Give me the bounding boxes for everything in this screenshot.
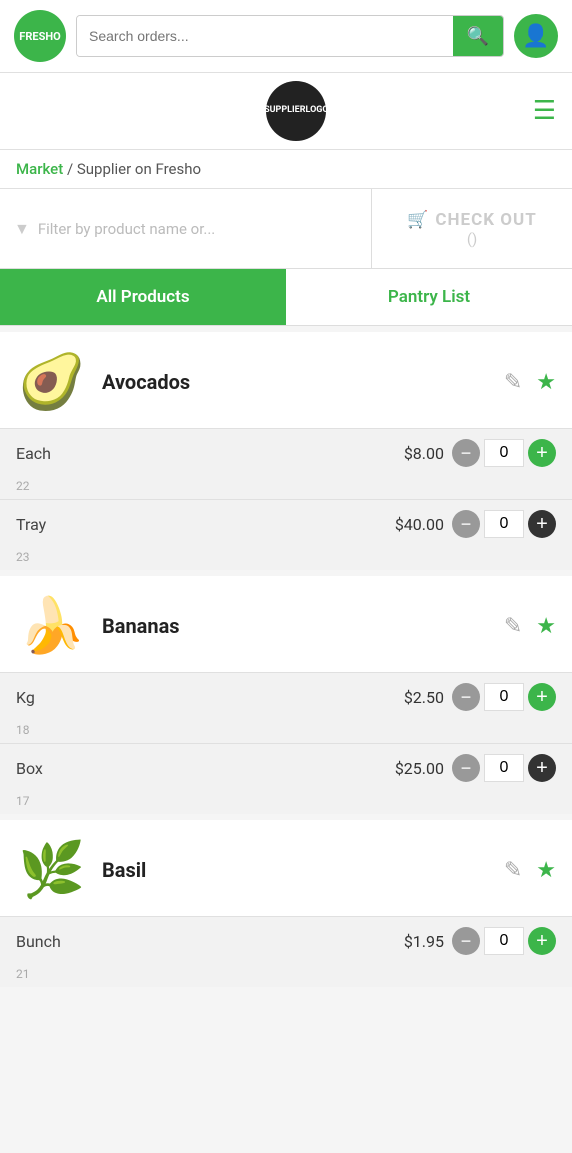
product-header-bananas: 🍌 Bananas ✎ ★: [0, 576, 572, 672]
product-emoji-bananas: 🍌: [18, 595, 85, 658]
decrement-button-avocados-0[interactable]: −: [452, 439, 480, 467]
search-icon: 🔍: [467, 26, 489, 46]
variant-row-bananas-kg: Kg $2.50 − +: [0, 672, 572, 721]
tab-bar: All Products Pantry List: [0, 269, 572, 326]
product-name-basil: Basil: [102, 858, 490, 882]
variant-id-bananas-0: 18: [0, 721, 572, 743]
filter-placeholder: Filter by product name or...: [38, 220, 215, 238]
star-icon-avocados[interactable]: ★: [536, 370, 556, 395]
hamburger-icon: ☰: [533, 96, 556, 126]
product-avocados: 🥑 Avocados ✎ ★ Each $8.00 − + 22 Tray $4…: [0, 332, 572, 570]
variant-price-basil-0: $1.95: [404, 932, 444, 951]
supplier-logo-line2: LOGO: [305, 105, 328, 117]
quantity-input-bananas-0[interactable]: [484, 683, 524, 711]
supplier-logo: SUPPLIER LOGO: [266, 81, 326, 141]
variant-id-avocados-0: 22: [0, 477, 572, 499]
variant-price-avocados-0: $8.00: [404, 444, 444, 463]
search-bar: 🔍: [76, 15, 504, 57]
breadcrumb-market-link[interactable]: Market: [16, 160, 63, 178]
app-logo[interactable]: FRESHO: [14, 10, 66, 62]
search-input[interactable]: [77, 16, 453, 56]
product-header-avocados: 🥑 Avocados ✎ ★: [0, 332, 572, 428]
star-icon-bananas[interactable]: ★: [536, 614, 556, 639]
action-bar: ▼ Filter by product name or... 🛒 CHECK O…: [0, 189, 572, 269]
product-actions-bananas: ✎ ★: [504, 614, 556, 639]
checkout-section[interactable]: 🛒 CHECK OUT (): [372, 189, 572, 268]
tab-all-products-label: All Products: [96, 287, 189, 307]
variant-row-basil-bunch: Bunch $1.95 − +: [0, 916, 572, 965]
variant-id-basil-0: 21: [0, 965, 572, 987]
increment-button-avocados-0[interactable]: +: [528, 439, 556, 467]
product-name-bananas: Bananas: [102, 614, 490, 638]
checkout-button[interactable]: 🛒 CHECK OUT: [407, 210, 536, 230]
variant-label-bananas-0: Kg: [16, 688, 76, 707]
edit-icon-bananas[interactable]: ✎: [504, 614, 522, 639]
variant-label-avocados-0: Each: [16, 444, 76, 463]
filter-icon: ▼: [14, 219, 30, 239]
variant-id-avocados-1: 23: [0, 548, 572, 570]
search-button[interactable]: 🔍: [453, 16, 503, 56]
product-image-avocados: 🥑: [16, 346, 88, 418]
quantity-input-bananas-1[interactable]: [484, 754, 524, 782]
decrement-button-bananas-0[interactable]: −: [452, 683, 480, 711]
decrement-button-basil-0[interactable]: −: [452, 927, 480, 955]
tab-pantry-list-label: Pantry List: [388, 287, 470, 307]
hamburger-menu[interactable]: ☰: [533, 98, 556, 124]
app-logo-text: FRESHO: [19, 30, 60, 43]
quantity-input-avocados-0[interactable]: [484, 439, 524, 467]
variant-row-bananas-box: Box $25.00 − +: [0, 743, 572, 792]
user-avatar[interactable]: 👤: [514, 14, 558, 58]
quantity-input-basil-0[interactable]: [484, 927, 524, 955]
breadcrumb-separator: /: [63, 160, 77, 178]
variant-label-basil-0: Bunch: [16, 932, 76, 951]
increment-button-bananas-1[interactable]: +: [528, 754, 556, 782]
cart-icon: 🛒: [407, 210, 429, 230]
decrement-button-bananas-1[interactable]: −: [452, 754, 480, 782]
edit-icon-basil[interactable]: ✎: [504, 858, 522, 883]
supplier-logo-line1: SUPPLIER: [264, 105, 305, 117]
tab-all-products[interactable]: All Products: [0, 269, 286, 325]
decrement-button-avocados-1[interactable]: −: [452, 510, 480, 538]
variant-price-bananas-1: $25.00: [395, 759, 444, 778]
variant-row-avocados-tray: Tray $40.00 − +: [0, 499, 572, 548]
breadcrumb: Market / Supplier on Fresho: [0, 150, 572, 189]
product-name-avocados: Avocados: [102, 370, 490, 394]
variant-price-avocados-1: $40.00: [395, 515, 444, 534]
header: FRESHO 🔍 👤: [0, 0, 572, 73]
star-icon-basil[interactable]: ★: [536, 858, 556, 883]
supplier-bar: SUPPLIER LOGO ☰: [0, 73, 572, 150]
variant-id-bananas-1: 17: [0, 792, 572, 814]
product-actions-avocados: ✎ ★: [504, 370, 556, 395]
edit-icon-avocados[interactable]: ✎: [504, 370, 522, 395]
variant-label-avocados-1: Tray: [16, 515, 76, 534]
increment-button-bananas-0[interactable]: +: [528, 683, 556, 711]
product-bananas: 🍌 Bananas ✎ ★ Kg $2.50 − + 18 Box $25.00: [0, 576, 572, 814]
user-icon: 👤: [522, 24, 549, 49]
products-container: 🥑 Avocados ✎ ★ Each $8.00 − + 22 Tray $4…: [0, 332, 572, 987]
product-image-bananas: 🍌: [16, 590, 88, 662]
checkout-label: CHECK OUT: [435, 210, 536, 230]
breadcrumb-current-page: Supplier on Fresho: [77, 160, 201, 178]
product-emoji-avocados: 🥑: [18, 351, 85, 414]
filter-section: ▼ Filter by product name or...: [0, 189, 372, 268]
increment-button-basil-0[interactable]: +: [528, 927, 556, 955]
product-basil: 🌿 Basil ✎ ★ Bunch $1.95 − + 21: [0, 820, 572, 987]
quantity-input-avocados-1[interactable]: [484, 510, 524, 538]
tab-pantry-list[interactable]: Pantry List: [286, 269, 572, 325]
checkout-count: (): [467, 230, 477, 248]
variant-row-avocados-each: Each $8.00 − +: [0, 428, 572, 477]
product-image-basil: 🌿: [16, 834, 88, 906]
product-emoji-basil: 🌿: [18, 839, 85, 902]
variant-label-bananas-1: Box: [16, 759, 76, 778]
increment-button-avocados-1[interactable]: +: [528, 510, 556, 538]
product-actions-basil: ✎ ★: [504, 858, 556, 883]
product-header-basil: 🌿 Basil ✎ ★: [0, 820, 572, 916]
variant-price-bananas-0: $2.50: [404, 688, 444, 707]
